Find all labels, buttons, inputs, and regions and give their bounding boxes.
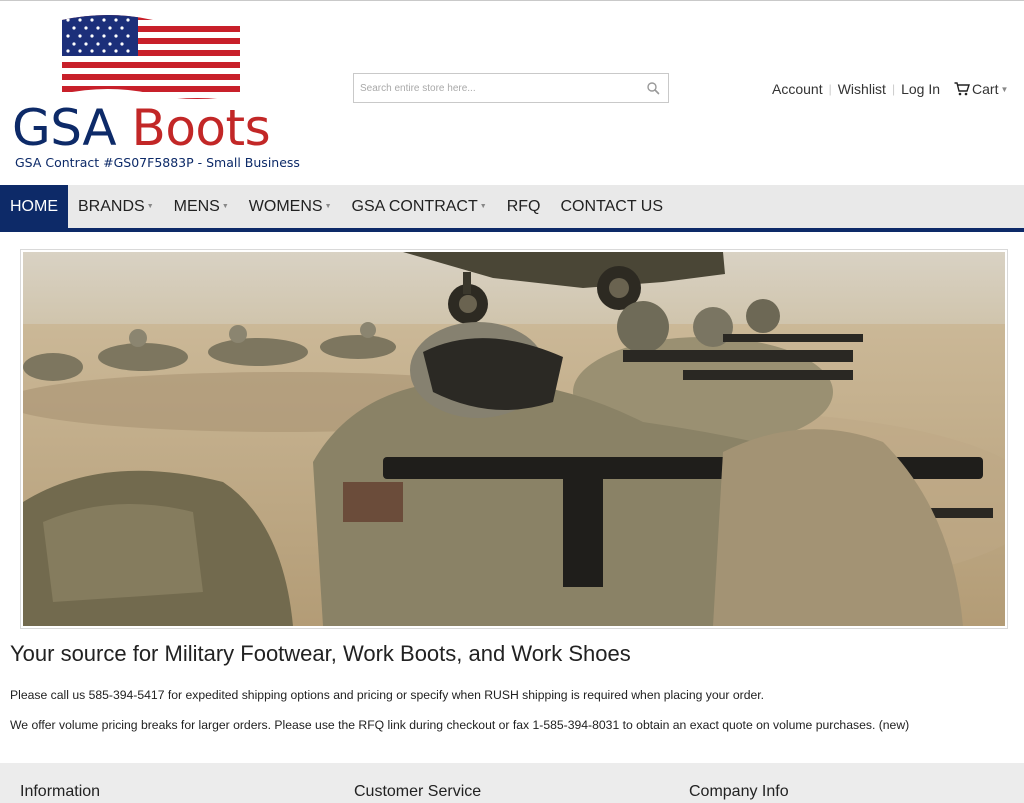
nav-label: GSA CONTRACT <box>351 198 478 215</box>
nav-label: HOME <box>10 198 58 215</box>
login-link[interactable]: Log In <box>901 81 940 97</box>
nav-brands[interactable]: BRANDS ▼ <box>68 185 164 228</box>
nav-label: WOMENS <box>248 198 323 215</box>
nav-rfq[interactable]: RFQ <box>497 185 551 228</box>
caret-down-icon: ▼ <box>1000 85 1009 94</box>
footer-heading-company-info: Company Info <box>689 783 789 800</box>
hero-banner[interactable] <box>20 249 1008 629</box>
american-flag-icon <box>62 15 240 99</box>
footer-heading-customer-service: Customer Service <box>354 783 482 800</box>
shipping-info-text: Please call us 585-394-5417 for expedite… <box>10 688 765 702</box>
nav-label: MENS <box>173 198 220 215</box>
soldiers-banner-image <box>23 252 1005 626</box>
main-nav: HOME BRANDS ▼ MENS ▼ WOMENS ▼ GSA CONTRACT ▼… <box>0 185 1024 228</box>
shopping-cart-icon <box>954 82 970 96</box>
brand-name: GSA Boots <box>12 99 271 157</box>
search-icon[interactable] <box>646 81 660 95</box>
site-logo[interactable]: GSA Boots GSA Contract #GS07F5883P - Sma… <box>12 8 302 174</box>
volume-pricing-text: We offer volume pricing breaks for large… <box>10 718 910 732</box>
caret-down-icon: ▼ <box>479 203 487 210</box>
nav-home[interactable]: HOME <box>0 185 68 228</box>
cart-label: Cart <box>972 81 999 97</box>
contract-tagline: GSA Contract #GS07F5883P - Small Busines… <box>15 155 300 170</box>
caret-down-icon: ▼ <box>221 203 229 210</box>
search-box <box>353 73 669 103</box>
footer-heading-information: Information <box>20 783 101 800</box>
nav-womens[interactable]: WOMENS ▼ <box>239 185 342 228</box>
caret-down-icon: ▼ <box>146 203 154 210</box>
nav-contact-us[interactable]: CONTACT US <box>550 185 673 228</box>
nav-underline <box>0 228 1024 232</box>
caret-down-icon: ▼ <box>324 203 332 210</box>
page-headline: Your source for Military Footwear, Work … <box>10 641 631 666</box>
account-links: Account | Wishlist | Log In Cart ▼ <box>772 80 1008 98</box>
cart-link[interactable]: Cart ▼ <box>954 81 1008 97</box>
brand-name-part1: GSA <box>12 99 117 157</box>
footer: Information Customer Service Company Inf… <box>0 763 1024 803</box>
nav-label: CONTACT US <box>560 198 663 215</box>
link-divider: | <box>828 82 832 96</box>
nav-label: BRANDS <box>78 198 145 215</box>
nav-gsa-contract[interactable]: GSA CONTRACT ▼ <box>342 185 497 228</box>
nav-label: RFQ <box>506 198 541 215</box>
brand-name-part2: Boots <box>131 99 271 157</box>
wishlist-link[interactable]: Wishlist <box>838 81 886 97</box>
nav-mens[interactable]: MENS ▼ <box>164 185 239 228</box>
link-divider: | <box>891 82 896 96</box>
search-input[interactable] <box>354 74 630 102</box>
top-border <box>0 0 1024 1</box>
account-link[interactable]: Account <box>772 81 823 97</box>
